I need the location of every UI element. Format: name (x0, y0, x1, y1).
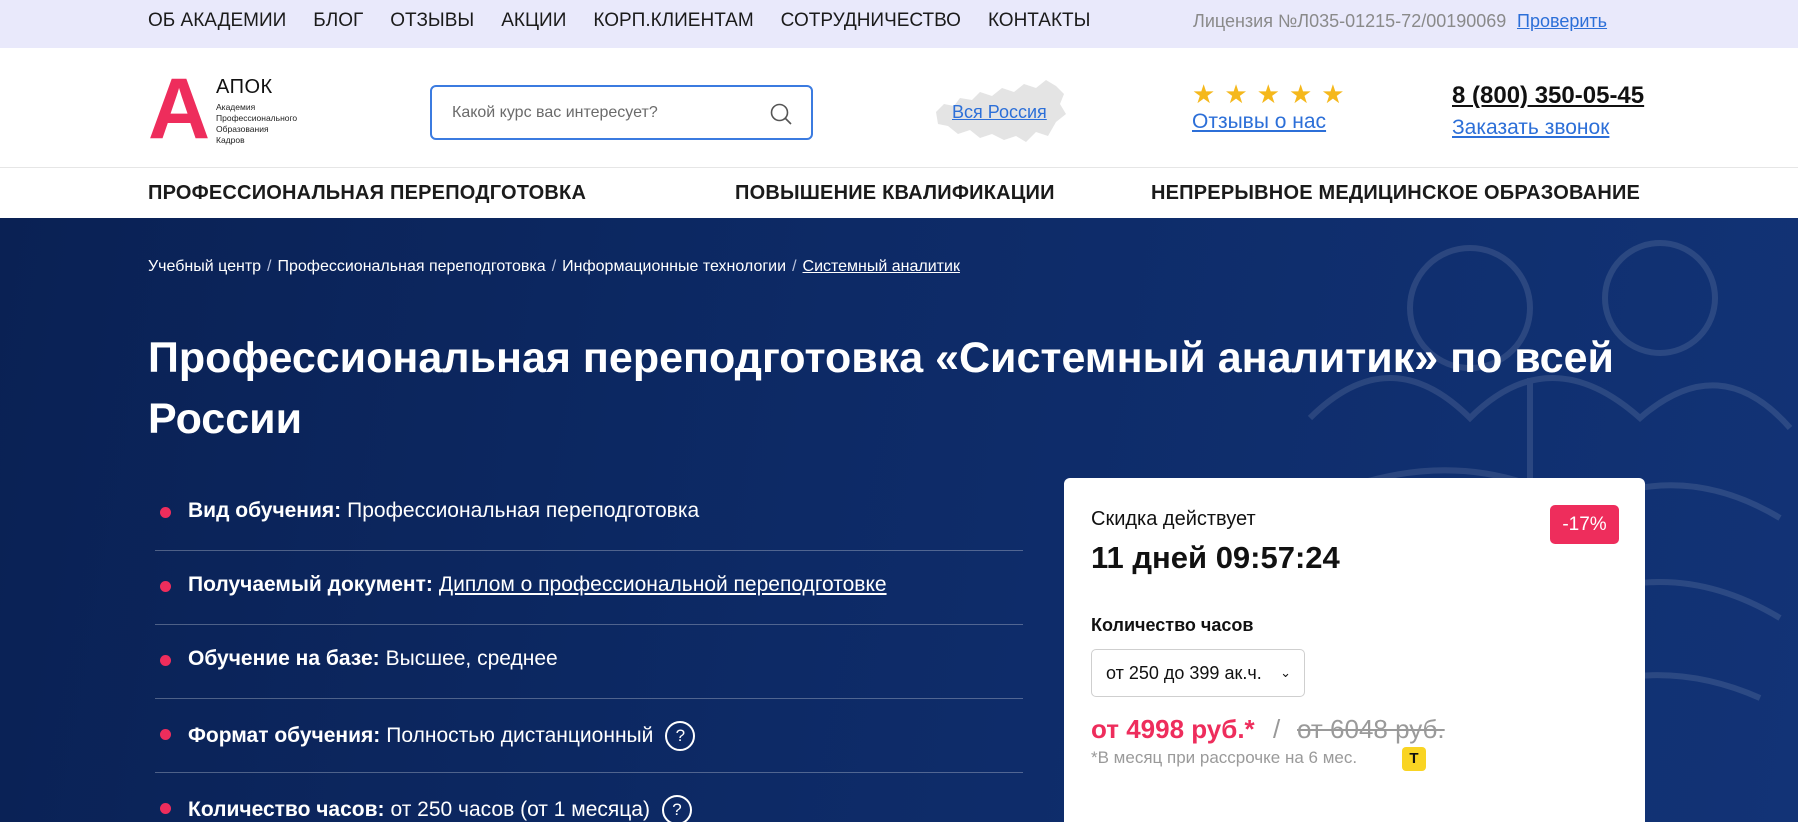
fact-value: Полностью дистанционный (386, 724, 654, 747)
discount-badge: -17% (1550, 505, 1619, 544)
hours-select-value: от 250 до 399 ак.ч. (1106, 663, 1262, 683)
star-icon: ★ (1192, 79, 1216, 109)
star-icon: ★ (1288, 79, 1313, 109)
main-nav-qualification[interactable]: ПОВЫШЕНИЕ КВАЛИФИКАЦИИ (735, 182, 1055, 205)
phone-number[interactable]: 8 (800) 350-05-45 (1452, 82, 1644, 110)
bullet-dot (160, 655, 171, 666)
star-icon: ★ (1224, 79, 1248, 109)
logo-title: АПОК (216, 76, 273, 98)
top-nav-reviews[interactable]: ОТЗЫВЫ (390, 10, 474, 32)
bullet-dot (160, 803, 171, 814)
top-bar: ОБ АКАДЕМИИ БЛОГ ОТЗЫВЫ АКЦИИ КОРП.КЛИЕН… (0, 0, 1798, 48)
help-icon[interactable]: ? (665, 721, 696, 751)
region-link[interactable]: Вся Россия (952, 102, 1047, 123)
logo-subtitle-line: Кадров (216, 135, 245, 145)
fact-row-format: Формат обучения: Полностью дистанционный? (155, 699, 1023, 773)
fact-value: от 250 часов (от 1 месяца) (390, 798, 650, 821)
fact-label: Вид обучения: (188, 499, 342, 522)
price-separator: / (1273, 714, 1281, 744)
fact-label: Формат обучения: (188, 724, 381, 747)
rating-stars: ★ ★ ★ ★ ★ (1192, 79, 1345, 109)
chevron-down-icon: ⌄ (1280, 665, 1291, 680)
search-input[interactable] (452, 101, 752, 125)
course-facts: Вид обучения: Профессиональная переподгот… (155, 477, 1023, 822)
breadcrumb-separator: / (551, 258, 557, 275)
logo-subtitle-line: Академия (216, 102, 256, 112)
breadcrumb-home[interactable]: Учебный центр (148, 258, 261, 275)
help-icon[interactable]: ? (661, 795, 692, 822)
current-price: от 4998 руб.* (1091, 714, 1255, 744)
logo-letter: А (148, 61, 211, 157)
main-nav: ПРОФЕССИОНАЛЬНАЯ ПЕРЕПОДГОТОВКА ПОВЫШЕНИ… (0, 168, 1798, 218)
breadcrumb-retraining[interactable]: Профессиональная переподготовка (278, 258, 546, 275)
logo-subtitle-line: Образования (216, 124, 269, 134)
bank-logo-icon: Т (1402, 747, 1426, 771)
region-selector: Вся Россия (930, 74, 1070, 149)
top-nav-about[interactable]: ОБ АКАДЕМИИ (148, 10, 286, 32)
old-price: от 6048 руб. (1297, 714, 1445, 744)
search-icon[interactable] (769, 102, 793, 126)
bullet-dot (160, 581, 171, 592)
page-title: Профессиональная переподготовка «Системн… (148, 334, 1614, 443)
site-header: А АПОК Академия Профессионального Образо… (0, 48, 1798, 168)
top-nav: ОБ АКАДЕМИИ БЛОГ ОТЗЫВЫ АКЦИИ КОРП.КЛИЕН… (148, 10, 1117, 32)
logo[interactable]: А АПОК Академия Профессионального Образо… (148, 66, 318, 152)
fact-row-hours: Количество часов: от 250 часов (от 1 меся… (155, 773, 1023, 822)
fact-value: Высшее, среднее (385, 647, 558, 670)
fact-label: Получаемый документ: (188, 573, 433, 596)
star-icon: ★ (1321, 79, 1345, 109)
search-box (430, 85, 813, 140)
license-text: Лицензия №Л035-01215-72/00190069 (1193, 11, 1507, 31)
fact-row-type: Вид обучения: Профессиональная переподгот… (155, 477, 1023, 551)
main-nav-retraining[interactable]: ПРОФЕССИОНАЛЬНАЯ ПЕРЕПОДГОТОВКА (148, 182, 586, 205)
diploma-link[interactable]: Диплом о профессиональной переподготовке (439, 573, 887, 597)
top-nav-promotions[interactable]: АКЦИИ (501, 10, 566, 32)
top-nav-cooperation[interactable]: СОТРУДНИЧЕСТВО (781, 10, 961, 32)
main-nav-medical[interactable]: НЕПРЕРЫВНОЕ МЕДИЦИНСКОЕ ОБРАЗОВАНИЕ (1151, 182, 1640, 205)
fact-row-document: Получаемый документ: Диплом о профессиона… (155, 551, 1023, 625)
price-card: Скидка действует -17% 11 дней 09:57:24 К… (1064, 478, 1645, 822)
bullet-dot (160, 507, 171, 518)
hero-section: Учебный центр / Профессиональная переподго… (0, 218, 1798, 822)
top-nav-contacts[interactable]: КОНТАКТЫ (988, 10, 1091, 32)
breadcrumb-separator: / (792, 258, 797, 275)
installment-note: *В месяц при рассрочке на 6 мес. (1091, 748, 1358, 767)
logo-subtitle-line: Профессионального (216, 113, 298, 123)
hours-select[interactable]: от 250 до 399 ак.ч. ⌄ (1091, 649, 1305, 697)
fact-label: Обучение на базе: (188, 647, 380, 670)
fact-value: Профессиональная переподготовка (347, 499, 700, 522)
breadcrumb-current[interactable]: Системный аналитик (803, 258, 960, 275)
license-check-link[interactable]: Проверить (1517, 11, 1607, 32)
breadcrumb: Учебный центр / Профессиональная переподго… (148, 258, 960, 276)
countdown-timer: 11 дней 09:57:24 (1091, 540, 1340, 575)
star-icon: ★ (1256, 79, 1280, 109)
callback-link[interactable]: Заказать звонок (1452, 116, 1609, 140)
reviews-link[interactable]: Отзывы о нас (1192, 110, 1326, 134)
breadcrumb-separator: / (267, 258, 272, 275)
breadcrumb-it[interactable]: Информационные технологии (562, 258, 786, 275)
logo-subtitle: Академия Профессионального Образования К… (216, 102, 326, 146)
top-nav-corporate[interactable]: КОРП.КЛИЕНТАМ (593, 10, 753, 32)
fact-row-base: Обучение на базе: Высшее, среднее (155, 625, 1023, 699)
fact-label: Количество часов: (188, 798, 385, 821)
discount-label: Скидка действует (1091, 508, 1256, 530)
bullet-dot (160, 729, 171, 740)
top-nav-blog[interactable]: БЛОГ (313, 10, 363, 32)
hours-label: Количество часов (1091, 615, 1254, 635)
